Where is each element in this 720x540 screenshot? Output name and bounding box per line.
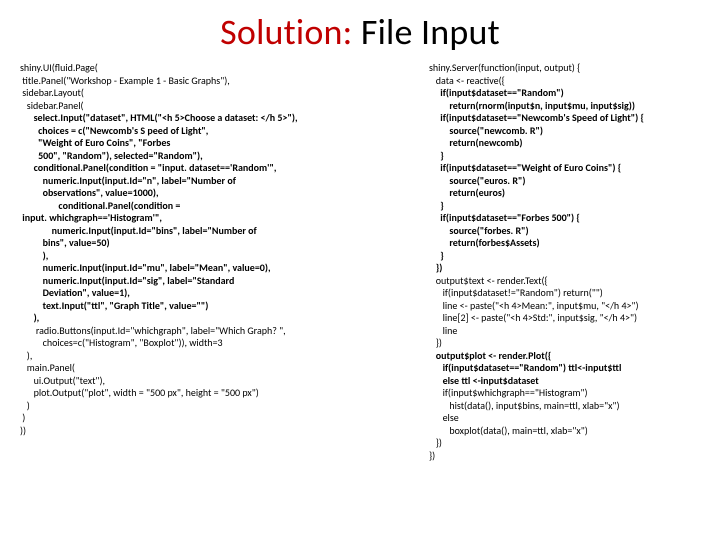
title-highlight: Solution: bbox=[220, 10, 352, 54]
code-line: )) bbox=[20, 425, 415, 438]
code-line: else bbox=[429, 412, 699, 425]
code-line: }) bbox=[429, 262, 699, 275]
code-line: line bbox=[429, 325, 699, 338]
code-line: if(input$dataset!="Random") return("") bbox=[429, 287, 699, 300]
code-line: sidebar.Layout( bbox=[20, 87, 415, 100]
slide: Solution: File Input shiny.UI(fluid.Page… bbox=[0, 0, 720, 540]
code-line: }) bbox=[429, 450, 699, 463]
title-rest: File Input bbox=[353, 10, 500, 54]
code-line: ), bbox=[20, 350, 415, 363]
code-line: main.Panel( bbox=[20, 362, 415, 375]
code-line: shiny.UI(fluid.Page( bbox=[20, 62, 415, 75]
code-line: bins", value=50) bbox=[20, 237, 415, 250]
code-columns: shiny.UI(fluid.Page( title.Panel("Worksh… bbox=[20, 62, 700, 462]
ui-code-block: shiny.UI(fluid.Page( title.Panel("Worksh… bbox=[20, 62, 415, 462]
code-line: boxplot(data(), main=ttl, xlab="x") bbox=[429, 425, 699, 438]
code-line: ) bbox=[20, 400, 415, 413]
code-line: }) bbox=[429, 437, 699, 450]
code-line: } bbox=[429, 250, 699, 263]
code-line: plot.Output("plot", width = "500 px", he… bbox=[20, 387, 415, 400]
code-line: return(newcomb) bbox=[429, 137, 699, 150]
code-line: ) bbox=[20, 412, 415, 425]
code-line: text.Input("ttl", "Graph Title", value="… bbox=[20, 300, 415, 313]
code-line: if(input$whichgraph=="Histogram") bbox=[429, 387, 699, 400]
code-line: line[2] <- paste("<h 4>Std:", input$sig,… bbox=[429, 312, 699, 325]
server-code-block: shiny.Server(function(input, output) { d… bbox=[429, 62, 699, 462]
code-line: return(euros) bbox=[429, 187, 699, 200]
code-line: ), bbox=[20, 312, 415, 325]
code-line: shiny.Server(function(input, output) { bbox=[429, 62, 699, 75]
code-line: choices=c("Histogram", "Boxplot")), widt… bbox=[20, 337, 415, 350]
code-line: return(forbes$Assets) bbox=[429, 237, 699, 250]
code-line: hist(data(), input$bins, main=ttl, xlab=… bbox=[429, 400, 699, 413]
slide-title: Solution: File Input bbox=[20, 10, 700, 54]
